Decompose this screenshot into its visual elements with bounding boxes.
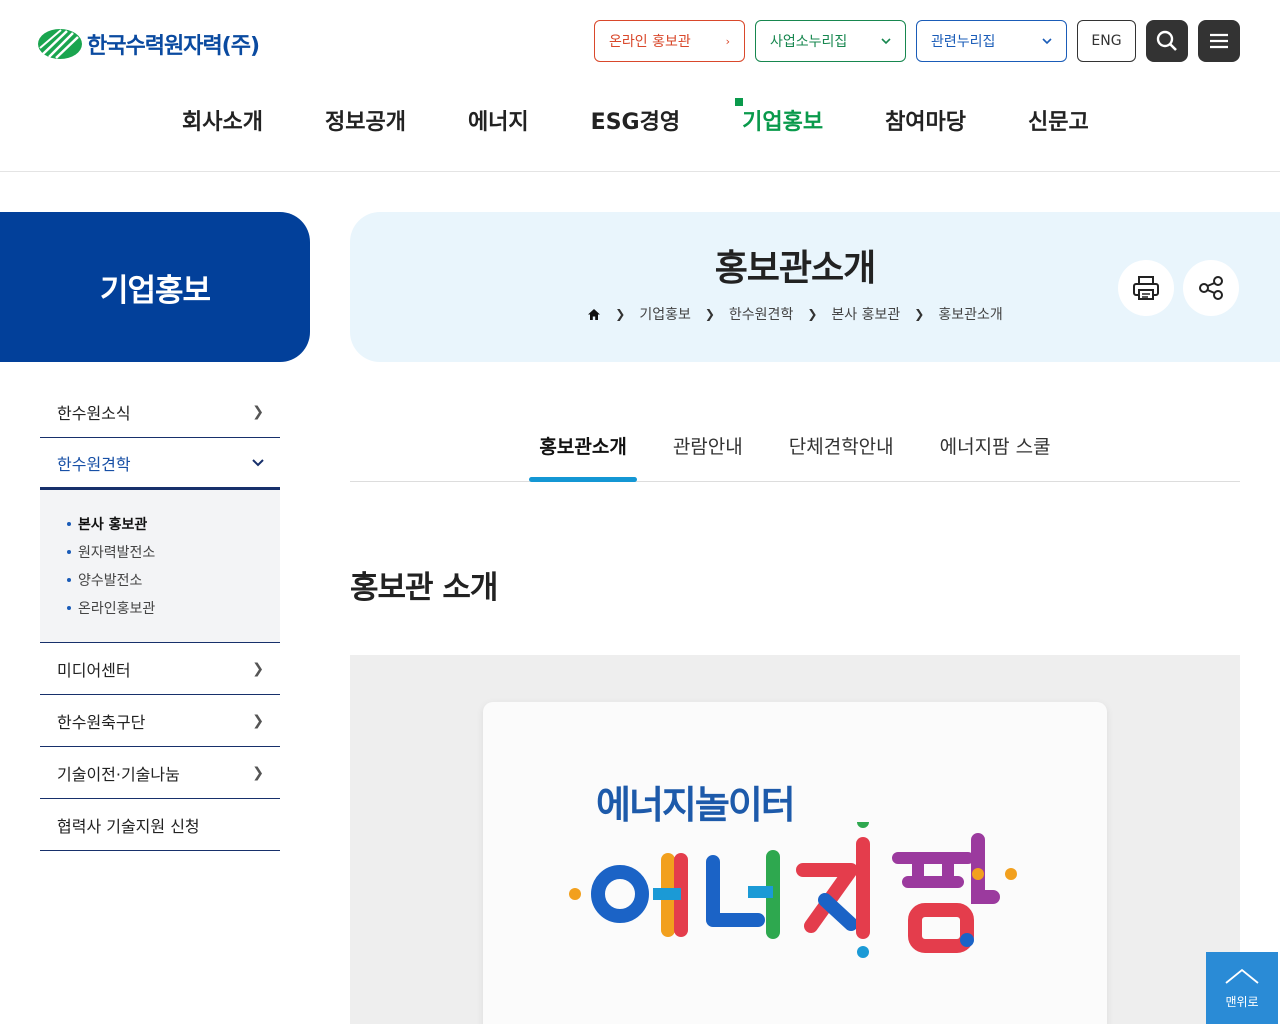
logo-text: 한국수력원자력(주) [87, 34, 260, 59]
sidebar-subitem-label: 본사 홍보관 [78, 517, 148, 533]
chevron-down-icon [881, 37, 891, 44]
chevron-right-icon: ❯ [807, 307, 818, 321]
breadcrumb-item[interactable]: 본사 홍보관 [831, 304, 900, 324]
search-button[interactable] [1146, 20, 1188, 62]
sidebar-item-news[interactable]: 한수원소식 ❯ [40, 386, 280, 438]
scroll-top-button[interactable]: 맨위로 [1206, 952, 1278, 1024]
tab-pr-hall-intro[interactable]: 홍보관소개 [529, 420, 638, 482]
business-site-select[interactable]: 사업소누리집 [755, 20, 906, 62]
sidebar-subitem-label: 온라인홍보관 [78, 601, 156, 617]
print-icon [1133, 276, 1159, 300]
sidebar-title: 기업홍보 [99, 272, 211, 309]
chevron-right-icon: ❯ [252, 660, 264, 677]
online-exhibition-link[interactable]: 온라인 홍보관 › [594, 20, 745, 62]
share-button[interactable] [1183, 260, 1239, 316]
sidebar-submenu: 본사 홍보관 원자력발전소 양수발전소 온라인홍보관 [40, 490, 280, 643]
chevron-right-icon: ❯ [252, 764, 264, 781]
logo-icon [38, 29, 82, 59]
online-exhibition-label: 온라인 홍보관 [609, 34, 691, 50]
chevron-right-icon: ❯ [615, 307, 626, 321]
sidebar-item-label: 한수원축구단 [57, 712, 146, 732]
gnb-item-esg[interactable]: ESG경영 [591, 104, 680, 136]
sidebar-item-football[interactable]: 한수원축구단 ❯ [40, 695, 280, 747]
chevron-down-icon [252, 458, 264, 466]
related-site-select[interactable]: 관련누리집 [916, 20, 1067, 62]
gnb-item-company[interactable]: 회사소개 [182, 104, 263, 136]
sidebar-item-partner-support[interactable]: 협력사 기술지원 신청 [40, 799, 280, 851]
sidebar-item-label: 미디어센터 [57, 660, 131, 680]
bullet-icon [67, 578, 71, 582]
gnb-item-petition[interactable]: 신문고 [1028, 104, 1089, 136]
gnb-item-participation[interactable]: 참여마당 [885, 104, 966, 136]
gnb-item-pr[interactable]: 기업홍보 [735, 98, 823, 136]
share-icon [1199, 276, 1223, 300]
sidebar-item-tech-transfer[interactable]: 기술이전·기술나눔 ❯ [40, 747, 280, 799]
chevron-right-icon: ❯ [914, 307, 925, 321]
search-icon [1156, 30, 1177, 51]
chevron-down-icon [1042, 37, 1052, 44]
chevron-right-icon: ❯ [252, 403, 264, 420]
sidebar-item-label: 기술이전·기술나눔 [57, 764, 180, 784]
chevron-right-icon: ❯ [704, 307, 715, 321]
utility-bar: 온라인 홍보관 › 사업소누리집 관련누리집 ENG [594, 20, 1240, 62]
sidebar-subitem-hq-pr-hall[interactable]: 본사 홍보관 [67, 510, 280, 538]
english-site-label: ENG [1091, 33, 1122, 49]
breadcrumb-item-current: 홍보관소개 [938, 307, 1003, 323]
chevron-right-icon: › [725, 34, 730, 48]
home-icon[interactable] [587, 308, 601, 321]
content-tabs: 홍보관소개 관람안내 단체견학안내 에너지팜 스쿨 [350, 420, 1240, 482]
energy-farm-logo [569, 822, 1017, 958]
sidebar-item-label: 한수원견학 [57, 454, 131, 474]
related-site-label: 관련누리집 [931, 34, 996, 50]
chevron-right-icon: ❯ [252, 712, 264, 729]
sidebar-item-label: 협력사 기술지원 신청 [57, 816, 200, 836]
site-logo[interactable]: 한국수력원자력(주) [37, 28, 260, 60]
sidebar-subitem-label: 양수발전소 [78, 573, 143, 589]
sidebar-subitem-nuclear-plant[interactable]: 원자력발전소 [67, 538, 280, 566]
tab-energy-farm-school[interactable]: 에너지팜 스쿨 [935, 420, 1056, 481]
sidebar-header: 기업홍보 [0, 212, 310, 362]
bullet-icon [67, 606, 71, 610]
site-header: 한국수력원자력(주) 온라인 홍보관 › 사업소누리집 관련누리집 ENG 회사… [0, 0, 1280, 172]
energy-farm-sign: 에너지놀이터 [483, 702, 1107, 1024]
sidebar-item-tour[interactable]: 한수원견학 [40, 438, 280, 490]
menu-icon [1210, 33, 1228, 49]
section-title: 홍보관 소개 [350, 570, 498, 606]
sidebar-nav: 한수원소식 ❯ 한수원견학 본사 홍보관 원자력발전소 양수발전소 온라인홍보관… [40, 386, 280, 851]
breadcrumb-item[interactable]: 기업홍보 [639, 304, 691, 324]
bullet-icon [67, 550, 71, 554]
all-menu-button[interactable] [1198, 20, 1240, 62]
tab-group-tour[interactable]: 단체견학안내 [784, 420, 899, 481]
print-button[interactable] [1118, 260, 1174, 316]
sidebar-item-label: 한수원소식 [57, 403, 131, 423]
business-site-label: 사업소누리집 [770, 34, 848, 50]
scroll-top-label: 맨위로 [1225, 994, 1259, 1009]
bullet-icon [67, 522, 71, 526]
breadcrumb-item[interactable]: 한수원견학 [729, 304, 793, 324]
page-title: 홍보관소개 [714, 248, 877, 289]
sidebar-subitem-pumped-storage[interactable]: 양수발전소 [67, 566, 280, 594]
page-title-panel: 홍보관소개 ❯ 기업홍보 ❯ 한수원견학 ❯ 본사 홍보관 ❯ 홍보관소개 [350, 212, 1280, 362]
energy-playground-subtitle: 에너지놀이터 [596, 783, 796, 827]
breadcrumb: ❯ 기업홍보 ❯ 한수원견학 ❯ 본사 홍보관 ❯ 홍보관소개 [350, 304, 1240, 324]
english-site-button[interactable]: ENG [1077, 20, 1136, 62]
gnb-item-energy[interactable]: 에너지 [468, 104, 529, 136]
tab-visit-guide[interactable]: 관람안내 [668, 420, 748, 481]
gnb-item-info[interactable]: 정보공개 [325, 104, 406, 136]
sidebar-item-media[interactable]: 미디어센터 ❯ [40, 643, 280, 695]
arrow-up-icon [1225, 968, 1259, 984]
sidebar-subitem-label: 원자력발전소 [78, 545, 156, 561]
global-nav: 회사소개 정보공개 에너지 ESG경영 기업홍보 참여마당 신문고 [150, 98, 1089, 136]
pr-hall-image: 에너지놀이터 [350, 655, 1240, 1024]
sidebar-subitem-online-hall[interactable]: 온라인홍보관 [67, 594, 280, 622]
